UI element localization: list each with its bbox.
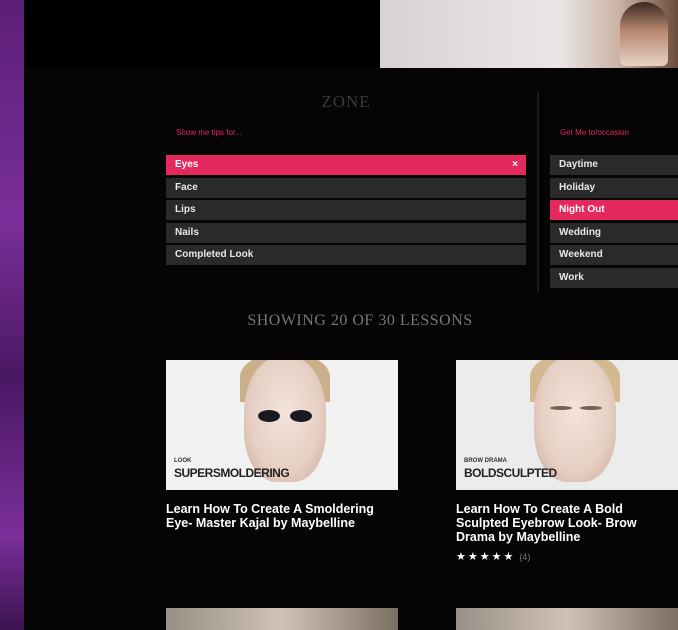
lesson-thumbnail-partial[interactable]	[456, 608, 678, 630]
smoky-eye-left	[258, 410, 280, 422]
zone-item-label: Eyes	[175, 159, 199, 170]
results-count: SHOWING 20 OF 30 LESSONS	[247, 312, 473, 329]
occasion-item-label: Daytime	[559, 159, 598, 170]
brow-left	[550, 406, 572, 410]
background-purple-strip	[0, 0, 24, 630]
model-photo	[620, 2, 668, 66]
brow-right	[580, 406, 602, 410]
occasion-item-wedding[interactable]: Wedding	[550, 222, 678, 243]
zone-item-label: Face	[175, 181, 198, 193]
zone-list: Eyes × Face Lips Nails Completed Look	[166, 155, 526, 268]
lesson-title-link[interactable]: Learn How To Create A Bold Sculpted Eyeb…	[456, 502, 678, 544]
lesson-thumbnail[interactable]: LOOK SUPERSMOLDERING	[166, 360, 398, 490]
zone-item-nails[interactable]: Nails	[166, 222, 526, 243]
lesson-title-link[interactable]: Learn How To Create A Smoldering Eye- Ma…	[166, 502, 400, 530]
zone-item-label: Nails	[175, 226, 199, 238]
occasion-item-label: Holiday	[559, 181, 596, 193]
model-face	[244, 360, 326, 482]
zone-item-eyes[interactable]: Eyes ×	[166, 155, 526, 175]
filter-title: ZONE	[321, 92, 371, 111]
smoky-eye-right	[290, 410, 312, 422]
thumbnail-subcaption: BROW DRAMA	[464, 458, 507, 464]
hero-banner-image	[380, 0, 678, 68]
filter-divider	[537, 92, 539, 292]
zone-item-face[interactable]: Face	[166, 177, 526, 198]
zone-item-label: Lips	[175, 204, 196, 215]
rating-stars: ★★★★★ (4)	[456, 550, 678, 563]
thumbnail-caption: SUPERSMOLDERING	[174, 466, 290, 480]
rating-count: (4)	[519, 552, 531, 562]
star-icons: ★★★★★	[456, 551, 516, 563]
occasion-prompt: Get Me to/occasion	[560, 128, 629, 137]
model-face	[534, 360, 616, 482]
thumbnail-subcaption: LOOK	[174, 458, 192, 464]
occasion-list: Daytime Holiday Night Out Wedding Weeken…	[550, 155, 678, 290]
occasion-item-label: Work	[559, 271, 584, 283]
occasion-item-daytime[interactable]: Daytime	[550, 155, 678, 175]
zone-item-lips[interactable]: Lips	[166, 200, 526, 220]
zone-prompt: Show me tips for...	[176, 128, 242, 137]
occasion-item-night-out[interactable]: Night Out	[550, 200, 678, 220]
zone-item-completed-look[interactable]: Completed Look	[166, 245, 526, 265]
lesson-thumbnail-partial[interactable]	[166, 608, 398, 630]
clear-icon[interactable]: ×	[512, 155, 518, 175]
occasion-item-weekend[interactable]: Weekend	[550, 245, 678, 265]
occasion-item-label: Wedding	[559, 226, 602, 238]
occasion-item-holiday[interactable]: Holiday	[550, 177, 678, 198]
lesson-card[interactable]: BROW DRAMA BOLDSCULPTED Learn How To Cre…	[456, 360, 678, 563]
zone-item-label: Completed Look	[175, 249, 254, 260]
thumbnail-caption: BOLDSCULPTED	[464, 466, 557, 480]
occasion-item-label: Weekend	[559, 249, 603, 260]
occasion-item-work[interactable]: Work	[550, 267, 678, 288]
occasion-item-label: Night Out	[559, 204, 605, 215]
lesson-thumbnail[interactable]: BROW DRAMA BOLDSCULPTED	[456, 360, 678, 490]
lesson-card[interactable]: LOOK SUPERSMOLDERING Learn How To Create…	[166, 360, 400, 530]
